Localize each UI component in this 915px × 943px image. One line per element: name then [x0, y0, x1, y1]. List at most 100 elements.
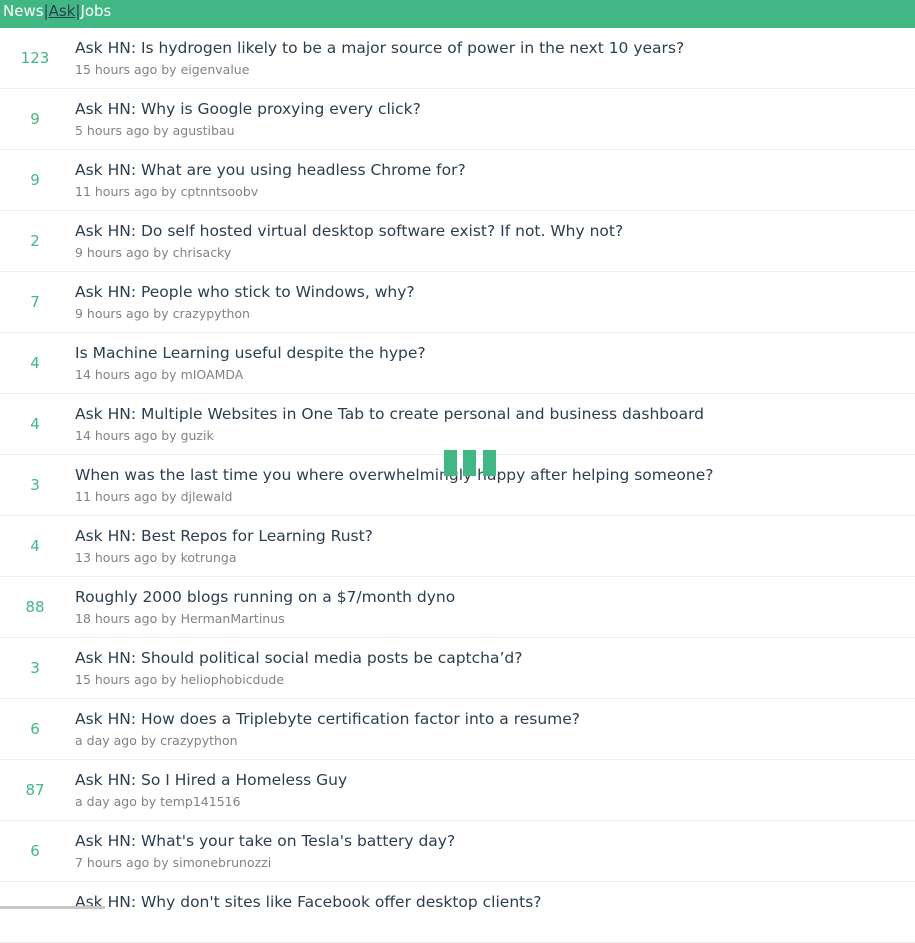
story-user-link[interactable]: chrisacky: [173, 245, 232, 260]
story-title-link[interactable]: Ask HN: People who stick to Windows, why…: [75, 282, 415, 302]
story-time: 18 hours ago: [75, 611, 158, 626]
story-meta: 15 hours ago by eigenvalue: [75, 62, 249, 78]
loading-bar: [444, 450, 457, 476]
story-title-link[interactable]: Ask HN: What's your take on Tesla's batt…: [75, 831, 455, 851]
story-score: 9: [30, 110, 40, 128]
story-title-link[interactable]: Ask HN: Do self hosted virtual desktop s…: [75, 221, 623, 241]
story-item: 6 Ask HN: What's your take on Tesla's ba…: [0, 821, 915, 882]
story-title-link[interactable]: Ask HN: Why don't sites like Facebook of…: [75, 892, 542, 912]
story-time: 14 hours ago: [75, 367, 158, 382]
story-title-link[interactable]: Is Machine Learning useful despite the h…: [75, 343, 426, 363]
story-title-link[interactable]: When was the last time you where overwhe…: [75, 465, 714, 485]
story-item: 9 Ask HN: What are you using headless Ch…: [0, 150, 915, 211]
story-user-link[interactable]: mIOAMDA: [181, 367, 244, 382]
nav-link-news[interactable]: News: [3, 2, 44, 20]
story-time: 11 hours ago: [75, 184, 158, 199]
story-title-link[interactable]: Ask HN: Best Repos for Learning Rust?: [75, 526, 373, 546]
story-score: 2: [30, 232, 40, 250]
story-score: 123: [20, 49, 50, 67]
loading-indicator: [444, 450, 496, 476]
story-user-link[interactable]: HermanMartinus: [181, 611, 285, 626]
story-meta: 11 hours ago by cptnntsoobv: [75, 184, 258, 200]
story-time: 15 hours ago: [75, 672, 158, 687]
story-by: by: [153, 123, 169, 138]
story-title-link[interactable]: Roughly 2000 blogs running on a $7/month…: [75, 587, 455, 607]
story-score: 3: [30, 659, 40, 677]
story-title-link[interactable]: Ask HN: So I Hired a Homeless Guy: [75, 770, 347, 790]
story-by: by: [161, 489, 177, 504]
story-by: by: [161, 62, 177, 77]
story-score: 4: [30, 354, 40, 372]
story-by: by: [161, 428, 177, 443]
story-time: 14 hours ago: [75, 428, 158, 443]
story-by: by: [161, 672, 177, 687]
story-title-link[interactable]: Ask HN: Why is Google proxying every cli…: [75, 99, 421, 119]
story-item: 6 Ask HN: How does a Triplebyte certific…: [0, 699, 915, 760]
story-user-link[interactable]: guzik: [181, 428, 214, 443]
story-meta: 9 hours ago by chrisacky: [75, 245, 231, 261]
story-score: 4: [30, 415, 40, 433]
story-score: 3: [30, 476, 40, 494]
story-list: 123 Ask HN: Is hydrogen likely to be a m…: [0, 28, 915, 943]
story-item: 4 Is Machine Learning useful despite the…: [0, 333, 915, 394]
story-item: 7 Ask HN: People who stick to Windows, w…: [0, 272, 915, 333]
story-user-link[interactable]: kotrunga: [181, 550, 237, 565]
story-time: 13 hours ago: [75, 550, 158, 565]
story-user-link[interactable]: eigenvalue: [181, 62, 250, 77]
story-user-link[interactable]: temp141516: [160, 794, 240, 809]
story-by: by: [140, 794, 157, 809]
story-time: 15 hours ago: [75, 62, 158, 77]
story-user-link[interactable]: crazypython: [160, 733, 237, 748]
story-title-link[interactable]: Ask HN: Should political social media po…: [75, 648, 522, 668]
story-user-link[interactable]: crazypython: [173, 306, 250, 321]
story-by: by: [161, 367, 177, 382]
story-by: by: [153, 245, 169, 260]
story-item: 3 Ask HN: Should political social media …: [0, 638, 915, 699]
story-item: 9 Ask HN: Why is Google proxying every c…: [0, 89, 915, 150]
story-score: 6: [30, 720, 40, 738]
story-by: by: [161, 184, 177, 199]
story-meta: 18 hours ago by HermanMartinus: [75, 611, 285, 627]
story-user-link[interactable]: cptnntsoobv: [181, 184, 259, 199]
story-title-link[interactable]: Ask HN: How does a Triplebyte certificat…: [75, 709, 580, 729]
story-item: 2 Ask HN: Do self hosted virtual desktop…: [0, 211, 915, 272]
story-user-link[interactable]: agustibau: [173, 123, 235, 138]
story-by: by: [161, 611, 177, 626]
story-score: 87: [25, 781, 45, 799]
top-nav-bar: News|Ask|Jobs: [0, 0, 915, 28]
story-by: by: [161, 550, 177, 565]
story-user-link[interactable]: djlewald: [181, 489, 233, 504]
story-time: a day ago: [75, 733, 137, 748]
story-item: Ask HN: Why don't sites like Facebook of…: [0, 882, 915, 943]
story-meta: 14 hours ago by mIOAMDA: [75, 367, 243, 383]
story-user-link[interactable]: simonebrunozzi: [173, 855, 272, 870]
story-title-link[interactable]: Ask HN: Multiple Websites in One Tab to …: [75, 404, 704, 424]
nav-links: News|Ask|Jobs: [3, 2, 111, 20]
story-time: 9 hours ago: [75, 306, 150, 321]
story-title-link[interactable]: Ask HN: Is hydrogen likely to be a major…: [75, 38, 684, 58]
story-time: a day ago: [75, 794, 137, 809]
story-item: 87 Ask HN: So I Hired a Homeless Guy a d…: [0, 760, 915, 821]
story-time: 7 hours ago: [75, 855, 150, 870]
story-score: 9: [30, 171, 40, 189]
story-meta: 9 hours ago by crazypython: [75, 306, 250, 322]
story-meta: 7 hours ago by simonebrunozzi: [75, 855, 271, 871]
loading-bar: [463, 450, 476, 476]
story-score: 6: [30, 842, 40, 860]
story-title-link[interactable]: Ask HN: What are you using headless Chro…: [75, 160, 466, 180]
story-score: 4: [30, 537, 40, 555]
nav-link-ask[interactable]: Ask: [49, 2, 76, 20]
story-time: 5 hours ago: [75, 123, 150, 138]
story-time: 9 hours ago: [75, 245, 150, 260]
story-meta: a day ago by crazypython: [75, 733, 238, 749]
story-item: 4 Ask HN: Best Repos for Learning Rust? …: [0, 516, 915, 577]
story-score: 7: [30, 293, 40, 311]
nav-link-jobs[interactable]: Jobs: [80, 2, 111, 20]
story-by: by: [153, 306, 169, 321]
story-user-link[interactable]: heliophobicdude: [181, 672, 284, 687]
story-by: by: [153, 855, 169, 870]
story-meta: 11 hours ago by djlewald: [75, 489, 232, 505]
story-score: 88: [25, 598, 45, 616]
story-meta: 5 hours ago by agustibau: [75, 123, 235, 139]
loading-bar: [483, 450, 496, 476]
